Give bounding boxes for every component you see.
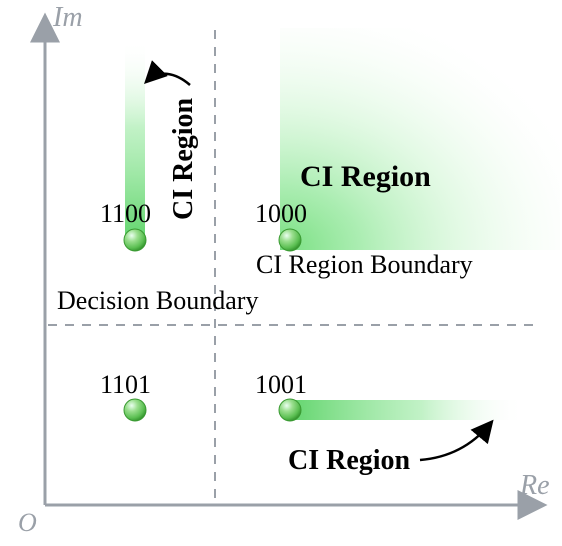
leader-arrow-bottom [420, 424, 490, 460]
point-1000 [279, 229, 301, 251]
ci-region-label-bottom: CI Region [288, 445, 410, 477]
point-1100 [124, 229, 146, 251]
ci-region-label-left: CI Region [168, 98, 200, 220]
decision-boundary-label: Decision Boundary [57, 286, 258, 316]
ci-region-strip-bottom [295, 400, 525, 420]
leader-arrow-left [148, 74, 190, 85]
origin-label: O [18, 508, 37, 538]
point-1101 [124, 399, 146, 421]
point-label-1101: 1101 [100, 370, 151, 400]
axis-label-re: Re [520, 470, 550, 502]
ci-region-top-right [280, 28, 560, 250]
point-1001 [279, 399, 301, 421]
ci-region-label-top: CI Region [300, 160, 431, 194]
point-label-1100: 1100 [100, 199, 151, 229]
ci-region-boundary-label: CI Region Boundary [256, 250, 473, 280]
point-label-1000: 1000 [255, 199, 307, 229]
axis-label-im: Im [53, 2, 83, 34]
diagram-stage: Im Re O CI Region CI Region CI Region CI… [0, 0, 562, 546]
point-label-1001: 1001 [255, 370, 307, 400]
